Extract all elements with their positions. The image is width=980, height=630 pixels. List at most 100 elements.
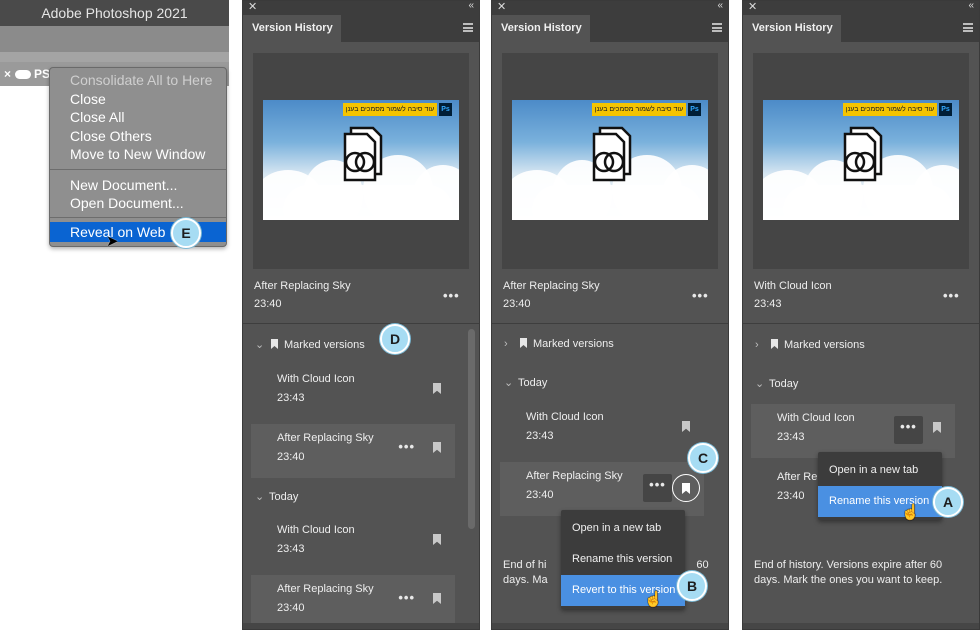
version-preview: עוד סיבה לשמור מסמכים בענן Ps [502, 53, 718, 269]
version-history-panel-1: ✕ « Version History עוד סיבה לשמור מסמכים… [242, 0, 480, 630]
version-time: 23:43 [526, 430, 554, 442]
section-today[interactable]: ⌄ Today [504, 376, 547, 389]
section-label: Marked versions [533, 338, 614, 350]
version-name: After Replacing Sky [277, 432, 374, 444]
divider [492, 323, 728, 324]
panel-top-bar: ✕ « [743, 1, 979, 15]
bookmark-icon [771, 339, 778, 349]
chevron-down-icon: ⌄ [255, 339, 265, 351]
scrollbar[interactable] [468, 329, 475, 529]
list-item[interactable]: After Replacing Sky 23:40 ••• [251, 424, 455, 478]
menu-item-move-to-new-window[interactable]: Move to New Window [50, 145, 226, 164]
callout-c: C [688, 443, 718, 473]
menu-item-open-in-new-tab[interactable]: Open in a new tab [561, 513, 685, 544]
bookmark-icon[interactable] [433, 383, 441, 394]
more-options-icon[interactable]: ••• [443, 288, 460, 303]
version-time: 23:40 [526, 489, 554, 501]
more-options-button[interactable]: ••• [643, 474, 672, 502]
bookmark-icon[interactable] [682, 421, 690, 432]
menu-item-close-all[interactable]: Close All [50, 108, 226, 127]
close-icon[interactable]: ✕ [748, 1, 757, 13]
more-options-icon[interactable]: ••• [398, 439, 415, 454]
section-today[interactable]: ⌄ Today [755, 377, 798, 390]
ps-logo-icon: Ps [439, 103, 452, 116]
panel-tab-row: Version History [492, 15, 728, 42]
hamburger-menu-icon[interactable] [963, 23, 973, 32]
section-marked-versions[interactable]: › Marked versions [755, 339, 865, 351]
section-label: Today [269, 491, 299, 503]
bookmark-icon [520, 338, 527, 348]
cloud-document-icon [343, 126, 383, 182]
section-marked-versions[interactable]: ⌄ Marked versions [255, 338, 365, 351]
section-label: Today [769, 378, 799, 390]
current-version-name: With Cloud Icon [754, 280, 832, 292]
more-options-icon[interactable]: ••• [943, 288, 960, 303]
section-today[interactable]: ⌄ Today [255, 490, 298, 503]
version-time: 23:43 [277, 543, 305, 555]
version-preview: עוד סיבה לשמור מסמכים בענן Ps [753, 53, 969, 269]
menu-item-close[interactable]: Close [50, 90, 226, 109]
tab-context-menu: Consolidate All to Here Close Close All … [49, 67, 227, 247]
chevron-right-icon: › [755, 339, 759, 351]
bookmark-icon [682, 483, 690, 494]
version-preview: עוד סיבה לשמור מסמכים בענן Ps [253, 53, 469, 269]
preview-image: עוד סיבה לשמור מסמכים בענן Ps [763, 100, 959, 220]
close-icon[interactable]: ✕ [248, 1, 257, 13]
version-name: With Cloud Icon [277, 373, 355, 385]
list-item[interactable]: After Replacing Sky 23:40 ••• [251, 575, 455, 629]
hamburger-menu-icon[interactable] [712, 23, 722, 32]
collapse-icon[interactable]: « [968, 1, 974, 11]
collapse-icon[interactable]: « [468, 1, 474, 11]
divider [243, 323, 479, 324]
bookmark-button[interactable] [672, 474, 700, 502]
cloud-document-icon [843, 126, 883, 182]
panel-bottom-strip [492, 623, 728, 629]
menu-divider [50, 216, 226, 218]
close-icon[interactable]: ✕ [497, 1, 506, 13]
menu-item-revert-version[interactable]: Revert to this version [561, 575, 685, 606]
list-item[interactable]: After Replacing Sky 23:40 ••• [500, 462, 704, 516]
list-item[interactable]: With Cloud Icon 23:43 [251, 365, 455, 419]
bookmark-icon[interactable] [433, 534, 441, 545]
more-options-icon[interactable]: ••• [692, 288, 709, 303]
hamburger-menu-icon[interactable] [463, 23, 473, 32]
list-item[interactable]: With Cloud Icon 23:43 [500, 403, 704, 457]
callout-e: E [171, 218, 201, 248]
tab-version-history[interactable]: Version History [243, 15, 341, 42]
menu-item-rename-version[interactable]: Rename this version [818, 486, 942, 517]
current-version-name: After Replacing Sky [503, 280, 600, 292]
bookmark-icon[interactable] [933, 422, 941, 433]
promo-banner: עוד סיבה לשמור מסמכים בענן [592, 103, 686, 116]
panel-bottom-strip [743, 623, 979, 629]
list-item[interactable]: With Cloud Icon 23:43 [251, 516, 455, 570]
menu-item-consolidate: Consolidate All to Here [70, 72, 213, 88]
menu-item-close-others[interactable]: Close Others [50, 127, 226, 146]
chevron-right-icon: › [504, 338, 508, 350]
tab-version-history[interactable]: Version History [492, 15, 590, 42]
version-name: After Replacing Sky [526, 470, 623, 482]
close-icon[interactable]: × [4, 67, 11, 81]
bookmark-icon[interactable] [433, 593, 441, 604]
current-version-time: 23:40 [503, 298, 531, 310]
more-options-button[interactable]: ••• [894, 416, 923, 444]
menu-item-open-in-new-tab[interactable]: Open in a new tab [818, 455, 942, 486]
panel-top-bar: ✕ « [243, 1, 479, 15]
menu-item-new-document[interactable]: New Document... [50, 176, 226, 195]
version-name: After Re [777, 471, 818, 483]
preview-image: עוד סיבה לשמור מסמכים בענן Ps [512, 100, 708, 220]
list-item[interactable]: With Cloud Icon 23:43 ••• [751, 404, 955, 458]
menu-item-rename-version[interactable]: Rename this version [561, 544, 685, 575]
menu-divider [50, 168, 226, 170]
collapse-icon[interactable]: « [717, 1, 723, 11]
app-title: Adobe Photoshop 2021 [0, 0, 229, 26]
section-label: Marked versions [284, 339, 365, 351]
chevron-down-icon: ⌄ [255, 491, 265, 503]
version-name: With Cloud Icon [277, 524, 355, 536]
more-options-icon[interactable]: ••• [398, 590, 415, 605]
section-marked-versions[interactable]: › Marked versions [504, 338, 614, 350]
bookmark-icon[interactable] [433, 442, 441, 453]
hand-cursor-icon: ☝ [901, 504, 920, 521]
tab-version-history[interactable]: Version History [743, 15, 841, 42]
menu-item-open-document[interactable]: Open Document... [50, 194, 226, 213]
panel-top-bar: ✕ « [492, 1, 728, 15]
